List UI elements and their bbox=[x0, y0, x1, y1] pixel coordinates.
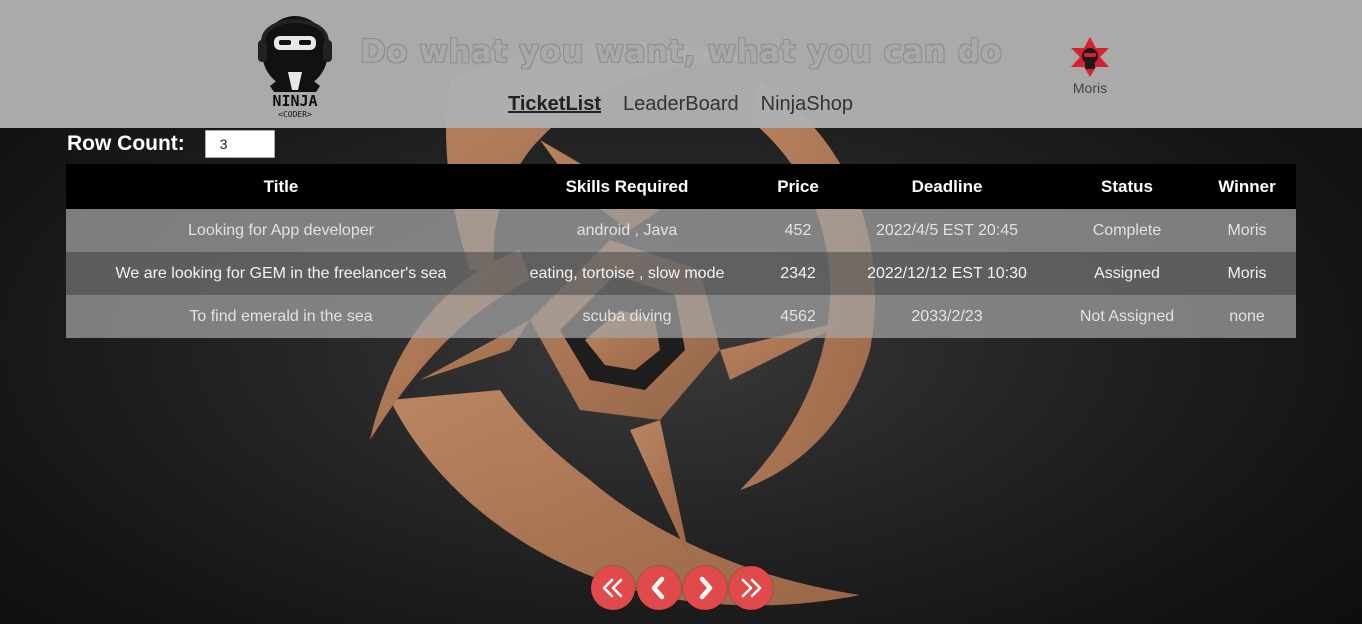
cell-deadline: 2022/12/12 EST 10:30 bbox=[838, 252, 1056, 295]
cell-skills: eating, tortoise , slow mode bbox=[496, 252, 758, 295]
next-page-button[interactable] bbox=[683, 566, 727, 610]
table-row[interactable]: Looking for App developer android , Java… bbox=[66, 209, 1296, 252]
cell-title: Looking for App developer bbox=[66, 209, 496, 252]
cell-winner: none bbox=[1198, 295, 1296, 338]
last-page-icon bbox=[741, 578, 762, 598]
row-count-label: Row Count: bbox=[67, 132, 185, 155]
next-page-icon bbox=[699, 576, 713, 600]
cell-skills: android , Java bbox=[496, 209, 758, 252]
site-header: NINJA <CODER> Do what you want, what you… bbox=[0, 0, 1362, 128]
row-count-input[interactable] bbox=[204, 130, 275, 158]
cell-deadline: 2033/2/23 bbox=[838, 295, 1056, 338]
nav-ninjashop-link[interactable]: NinjaShop bbox=[761, 93, 853, 116]
nav-ticketlist-link[interactable]: TicketList bbox=[508, 93, 601, 116]
user-avatar-icon bbox=[1071, 37, 1109, 77]
row-count-control: Row Count: bbox=[67, 130, 275, 158]
cell-winner: Moris bbox=[1198, 209, 1296, 252]
cell-price: 4562 bbox=[758, 295, 838, 338]
logo-subtitle: <CODER> bbox=[278, 110, 312, 119]
last-page-button[interactable] bbox=[729, 566, 773, 610]
table-header-row: Title Skills Required Price Deadline Sta… bbox=[66, 164, 1296, 209]
column-header-deadline: Deadline bbox=[838, 164, 1056, 209]
site-slogan: Do what you want, what you can do bbox=[360, 34, 1003, 70]
column-header-winner: Winner bbox=[1198, 164, 1296, 209]
cell-deadline: 2022/4/5 EST 20:45 bbox=[838, 209, 1056, 252]
column-header-status: Status bbox=[1056, 164, 1198, 209]
prev-page-icon bbox=[651, 576, 665, 600]
column-header-price: Price bbox=[758, 164, 838, 209]
user-profile[interactable]: Moris bbox=[1062, 36, 1118, 96]
cell-status: Not Assigned bbox=[1056, 295, 1198, 338]
column-header-skills: Skills Required bbox=[496, 164, 758, 209]
main-nav: TicketList LeaderBoard NinjaShop bbox=[508, 93, 853, 116]
table-row[interactable]: To find emerald in the sea scuba diving … bbox=[66, 295, 1296, 338]
cell-status: Complete bbox=[1056, 209, 1198, 252]
column-header-title: Title bbox=[66, 164, 496, 209]
user-name: Moris bbox=[1072, 80, 1108, 96]
cell-price: 452 bbox=[758, 209, 838, 252]
cell-title: To find emerald in the sea bbox=[66, 295, 496, 338]
cell-skills: scuba diving bbox=[496, 295, 758, 338]
prev-page-button[interactable] bbox=[637, 566, 681, 610]
ninja-coder-logo[interactable]: NINJA <CODER> bbox=[258, 6, 332, 120]
table-row[interactable]: We are looking for GEM in the freelancer… bbox=[66, 252, 1296, 295]
pagination bbox=[591, 566, 773, 610]
cell-price: 2342 bbox=[758, 252, 838, 295]
cell-status: Assigned bbox=[1056, 252, 1198, 295]
logo-wordmark: NINJA bbox=[272, 92, 317, 110]
first-page-icon bbox=[602, 578, 623, 598]
nav-leaderboard-link[interactable]: LeaderBoard bbox=[623, 93, 739, 116]
cell-winner: Moris bbox=[1198, 252, 1296, 295]
first-page-button[interactable] bbox=[591, 566, 635, 610]
ticket-table: Title Skills Required Price Deadline Sta… bbox=[66, 164, 1296, 338]
cell-title: We are looking for GEM in the freelancer… bbox=[66, 252, 496, 295]
